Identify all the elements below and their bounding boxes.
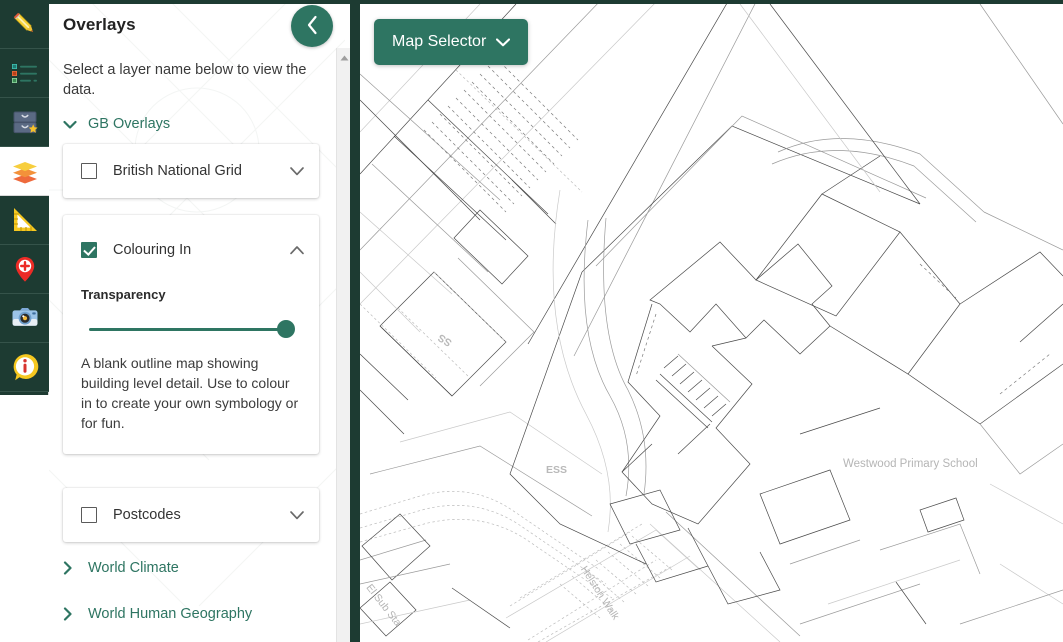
legend-list-icon	[9, 57, 41, 89]
group-header-world-human-geography[interactable]: World Human Geography	[63, 606, 252, 622]
panel-map-divider	[350, 0, 360, 642]
application-window: .ln { fill:none; stroke:#4a4a4a; stroke-…	[0, 0, 1063, 642]
chevron-right-icon	[63, 607, 77, 621]
layer-row[interactable]: Postcodes	[63, 488, 319, 542]
layer-checkbox-colouring-in[interactable]	[81, 242, 97, 258]
layer-label: British National Grid	[113, 163, 289, 179]
group-label: GB Overlays	[88, 116, 170, 132]
top-strip	[0, 0, 1063, 4]
info-icon	[9, 351, 41, 383]
chevron-down-icon[interactable]	[289, 508, 303, 522]
panel-content: Overlays Select a layer name below to vi…	[49, 0, 345, 642]
layer-checkbox-british-national-grid[interactable]	[81, 163, 97, 179]
camera-icon	[9, 302, 41, 334]
sidebar-item-legend[interactable]	[0, 49, 49, 98]
map-selector-label: Map Selector	[392, 33, 486, 51]
sidebar-item-snapshot[interactable]	[0, 294, 49, 343]
layer-row[interactable]: Colouring In	[63, 215, 319, 285]
slider-track	[89, 328, 285, 331]
group-header-gb-overlays[interactable]: GB Overlays	[63, 116, 170, 132]
chevron-down-icon	[496, 38, 510, 47]
sidebar-item-saved-maps[interactable]	[0, 98, 49, 147]
panel-scrollbar[interactable]	[336, 48, 350, 642]
saved-maps-icon	[9, 106, 41, 138]
layer-label: Colouring In	[113, 242, 289, 258]
chevron-right-icon	[63, 561, 77, 575]
slider-thumb[interactable]	[277, 320, 295, 338]
sidebar-item-add-place[interactable]	[0, 245, 49, 294]
scroll-up-arrow-icon[interactable]	[337, 51, 351, 64]
layer-description: A blank outline map showing building lev…	[81, 354, 301, 434]
group-header-world-climate[interactable]: World Climate	[63, 560, 179, 576]
transparency-label: Transparency	[81, 287, 301, 302]
measure-ruler-icon	[9, 204, 41, 236]
chevron-down-icon	[63, 117, 77, 131]
chevron-left-icon	[306, 15, 319, 38]
map-pin-add-icon	[9, 253, 41, 285]
page-title: Overlays	[63, 15, 136, 35]
collapse-panel-button[interactable]	[291, 5, 333, 47]
layer-row[interactable]: British National Grid	[63, 144, 319, 198]
transparency-slider[interactable]	[85, 312, 301, 346]
group-label: World Climate	[88, 560, 179, 576]
sidebar-item-measure[interactable]	[0, 196, 49, 245]
chevron-down-icon[interactable]	[289, 164, 303, 178]
sidebar-item-draw[interactable]	[0, 0, 49, 49]
layer-checkbox-postcodes[interactable]	[81, 507, 97, 523]
tool-rail	[0, 0, 49, 395]
panel-description: Select a layer name below to view the da…	[63, 61, 315, 100]
layer-card-colouring-in: Colouring In Transparency A blank outlin…	[63, 215, 319, 454]
layer-card-postcodes: Postcodes	[63, 488, 319, 542]
chevron-up-icon[interactable]	[289, 243, 303, 257]
map-selector-button[interactable]: Map Selector	[374, 19, 528, 65]
layer-card-body: Transparency A blank outline map showing…	[63, 287, 319, 454]
overlays-panel: Overlays Select a layer name below to vi…	[49, 0, 345, 642]
layer-card-british-national-grid: British National Grid	[63, 144, 319, 198]
layers-icon	[9, 155, 41, 187]
pencil-draw-icon	[9, 8, 41, 40]
sidebar-item-overlays[interactable]	[0, 147, 49, 196]
group-label: World Human Geography	[88, 606, 252, 622]
layer-label: Postcodes	[113, 507, 289, 523]
map-vector-drawing: .ln { fill:none; stroke:#4a4a4a; stroke-…	[360, 4, 1063, 642]
map-canvas[interactable]: .ln { fill:none; stroke:#4a4a4a; stroke-…	[360, 4, 1063, 642]
sidebar-item-information[interactable]	[0, 343, 49, 392]
